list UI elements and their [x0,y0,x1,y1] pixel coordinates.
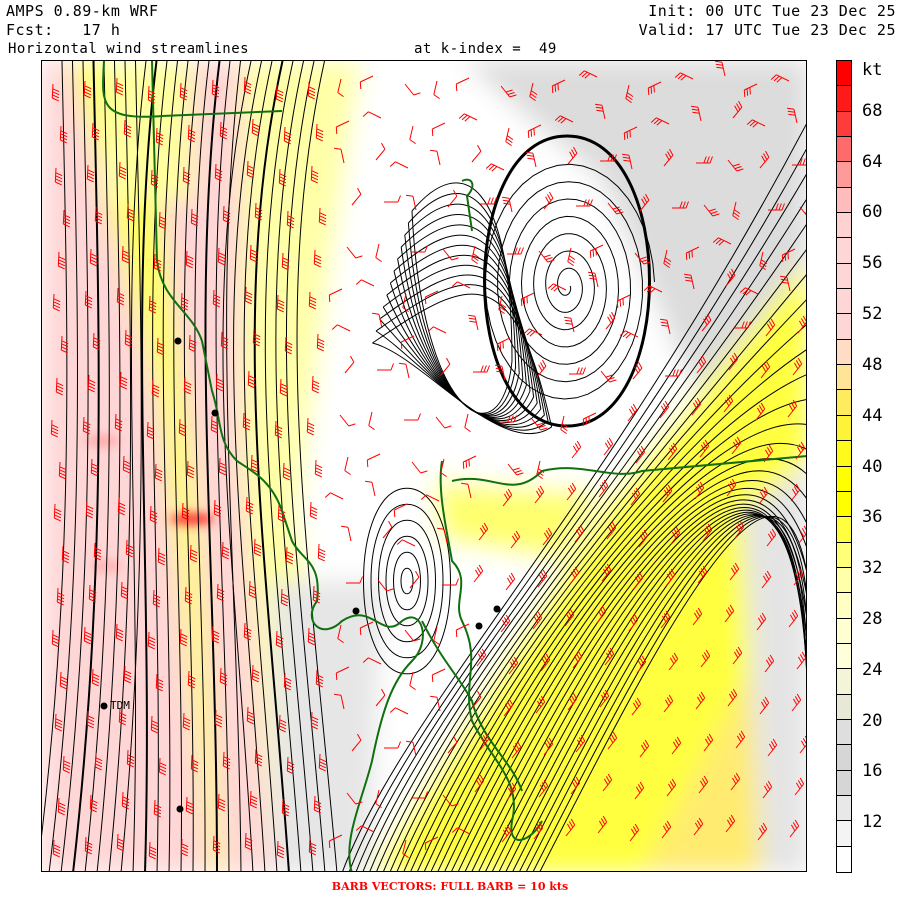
colorbar-swatch [837,390,851,416]
colorbar-swatch [837,643,851,670]
colorbar-swatch [837,745,851,771]
colorbar-swatch [837,111,851,138]
station-dot-tdm [100,702,108,710]
colorbar-label: 28 [862,608,883,629]
colorbar-label: 60 [862,202,883,223]
colorbar-swatch [837,795,851,822]
colorbar-swatch [837,86,851,112]
station-dot [352,607,360,615]
colorbar-swatch [837,314,851,340]
forecast-hour: Fcst: 17 h [6,21,121,39]
colorbar-swatch [837,61,851,87]
colorbar-swatch [837,618,851,644]
colorbar-swatch [837,415,851,442]
colorbar-swatch [837,263,851,290]
colorbar-swatch [837,542,851,568]
model-title: AMPS 0.89-km WRF [6,2,159,20]
field-name: Horizontal wind streamlines [8,41,250,57]
colorbar-swatch [837,137,851,163]
valid-time: Valid: 17 UTC Tue 23 Dec 25 [638,21,896,39]
k-index-level: at k-index = 49 [414,41,557,57]
colorbar-label: 32 [862,558,883,579]
colorbar-swatch [837,770,851,796]
colorbar [836,60,852,873]
colorbar-label: 64 [862,151,883,172]
colorbar-label: 56 [862,253,883,274]
colorbar-label: 16 [862,761,883,782]
colorbar-swatch [837,238,851,264]
station-dot [176,805,184,813]
colorbar-swatch [837,187,851,214]
station-dot [475,622,483,630]
colorbar-swatch [837,821,851,847]
station-dot [493,605,501,613]
colorbar-label: 68 [862,100,883,121]
colorbar-units: kt [862,60,883,80]
colorbar-swatch [837,694,851,720]
colorbar-label: 40 [862,456,883,477]
colorbar-swatch [837,593,851,619]
station-dot [211,409,219,417]
colorbar-label: 24 [862,659,883,680]
colorbar-swatch [837,289,851,315]
colorbar-label: 52 [862,304,883,325]
colorbar-swatch [837,213,851,239]
colorbar-swatch [837,441,851,467]
map-canvas [42,61,806,871]
colorbar-swatch [837,846,851,872]
colorbar-swatch [837,719,851,746]
colorbar-label: 36 [862,507,883,528]
station-dot [174,337,182,345]
colorbar-swatch [837,669,851,695]
colorbar-swatch [837,567,851,594]
colorbar-label: 12 [862,812,883,833]
colorbar-label: 20 [862,710,883,731]
colorbar-swatch [837,491,851,518]
wind-map [41,60,807,872]
colorbar-swatch [837,339,851,366]
colorbar-swatch [837,517,851,543]
colorbar-label: 44 [862,405,883,426]
init-time: Init: 00 UTC Tue 23 Dec 25 [648,2,896,20]
station-label-tdm: TDM [110,699,130,712]
colorbar-swatch [837,162,851,188]
colorbar-swatch [837,365,851,391]
colorbar-label: 48 [862,354,883,375]
barb-caption: BARB VECTORS: FULL BARB = 10 kts [331,880,569,893]
colorbar-swatch [837,466,851,492]
